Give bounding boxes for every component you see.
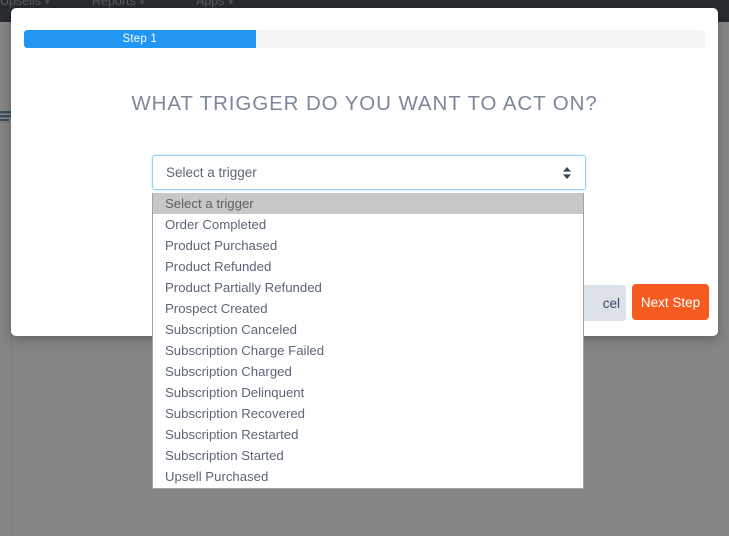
dropdown-option[interactable]: Subscription Restarted [153,424,583,445]
dropdown-option[interactable]: Upsell Purchased [153,466,583,487]
dropdown-option[interactable]: Product Refunded [153,256,583,277]
dropdown-option[interactable]: Subscription Charged [153,361,583,382]
dropdown-option[interactable]: Subscription Recovered [153,403,583,424]
dropdown-option[interactable]: Subscription Started [153,445,583,466]
stepper-arrows-icon[interactable] [561,165,573,181]
wizard-progress-bar: Step 1 [24,30,705,48]
dropdown-option[interactable]: Product Partially Refunded [153,277,583,298]
trigger-select-value: Select a trigger [166,165,257,180]
dropdown-option[interactable]: Product Purchased [153,235,583,256]
dropdown-option[interactable]: Subscription Charge Failed [153,340,583,361]
trigger-select-box[interactable]: Select a trigger [152,155,586,190]
dropdown-option[interactable]: Subscription Canceled [153,319,583,340]
dropdown-option[interactable]: Prospect Created [153,298,583,319]
page-title: WHAT TRIGGER DO YOU WANT TO ACT ON? [131,92,598,115]
next-step-button[interactable]: Next Step [632,284,709,320]
trigger-select[interactable]: Select a trigger [152,155,586,190]
trigger-dropdown-list[interactable]: Select a trigger Order Completed Product P… [152,193,584,489]
wizard-progress-fill: Step 1 [24,30,256,48]
dropdown-option[interactable]: Order Completed [153,214,583,235]
dropdown-option[interactable]: Select a trigger [153,193,583,214]
dropdown-option[interactable]: Subscription Delinquent [153,382,583,403]
